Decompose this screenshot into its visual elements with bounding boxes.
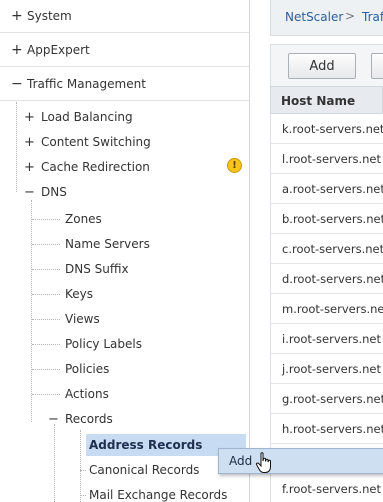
nav-node-traffic-management[interactable]: − Traffic Management — [0, 68, 249, 101]
tree-guide-line — [32, 344, 60, 345]
nav-item-label: Content Switching — [41, 135, 151, 149]
table-row[interactable]: j.root-servers.net — [270, 354, 383, 384]
nav-node-appexpert[interactable]: + AppExpert — [0, 34, 249, 67]
table-cell: l.root-servers.net — [282, 152, 381, 166]
nav-item-policy-labels[interactable]: Policy Labels — [65, 333, 142, 355]
tree-guide-line — [80, 470, 86, 471]
table-row[interactable]: m.root-servers.net — [270, 294, 383, 324]
nav-item-label: DNS — [41, 185, 67, 199]
table-row[interactable]: a.root-servers.net — [270, 174, 383, 204]
warning-icon[interactable]: ! — [227, 158, 242, 173]
tree-guide-line — [32, 244, 60, 245]
table-row[interactable]: i.root-servers.net — [270, 324, 383, 354]
column-header-label: Host Name — [281, 94, 356, 108]
table-cell: j.root-servers.net — [282, 362, 381, 376]
table-cell: g.root-servers.net — [282, 392, 383, 406]
breadcrumb-link[interactable]: NetScaler — [285, 10, 343, 24]
add-button[interactable]: Add — [288, 53, 356, 79]
table-row[interactable]: g.root-servers.net — [270, 384, 383, 414]
table-cell: k.root-servers.net — [282, 122, 383, 136]
table-row[interactable]: l.root-servers.net — [270, 144, 383, 174]
toolbar: Add — [270, 44, 383, 86]
tree-guide-line — [16, 102, 17, 192]
expand-icon[interactable]: + — [11, 9, 23, 23]
table-cell: f.root-servers.net — [282, 482, 381, 496]
nav-item-label: Policy Labels — [65, 337, 142, 351]
tree-guide-line — [32, 394, 60, 395]
expand-icon[interactable]: + — [24, 136, 35, 149]
context-menu-item-add[interactable]: Add — [229, 454, 252, 468]
nav-item-canonical-records[interactable]: Canonical Records — [89, 459, 199, 481]
tree-guide-line — [32, 319, 60, 320]
table-cell: h.root-servers.net — [282, 422, 383, 436]
nav-item-label: Keys — [65, 287, 94, 301]
nav-item-label: Cache Redirection — [41, 160, 150, 174]
nav-item-views[interactable]: Views — [65, 308, 100, 330]
nav-item-name-servers[interactable]: Name Servers — [65, 233, 150, 255]
nav-item-actions[interactable]: Actions — [65, 383, 109, 405]
table-row[interactable]: k.root-servers.net — [270, 114, 383, 144]
expand-icon[interactable]: + — [24, 161, 35, 174]
nav-item-dns-suffix[interactable]: DNS Suffix — [65, 258, 129, 280]
tree-guide-line — [32, 219, 60, 220]
table-row[interactable]: c.root-servers.net — [270, 234, 383, 264]
nav-item-label: Canonical Records — [89, 463, 200, 477]
tree-guide-line — [80, 495, 86, 496]
nav-item-zones[interactable]: Zones — [65, 208, 102, 230]
nav-node-label: Traffic Management — [27, 77, 146, 91]
nav-node-label: System — [27, 9, 72, 23]
context-menu: Add — [218, 448, 383, 474]
table-row[interactable]: b.root-servers.net — [270, 204, 383, 234]
warning-glyph: ! — [232, 160, 237, 171]
nav-item-dns[interactable]: − DNS — [24, 181, 67, 203]
table-cell: b.root-servers.net — [282, 212, 383, 226]
toolbar-button[interactable] — [371, 53, 383, 79]
nav-item-label: Actions — [65, 387, 109, 401]
nav-item-label: DNS Suffix — [65, 262, 129, 276]
nav-item-load-balancing[interactable]: + Load Balancing — [24, 106, 133, 128]
collapse-icon[interactable]: − — [24, 186, 35, 199]
tree-guide-line — [32, 294, 60, 295]
nav-item-cache-redirection[interactable]: + Cache Redirection — [24, 156, 150, 178]
collapse-icon[interactable]: − — [11, 77, 23, 91]
hand-cursor-icon — [255, 452, 271, 473]
nav-item-records[interactable]: − Records — [48, 408, 113, 430]
nav-item-mail-exchange-records[interactable]: Mail Exchange Records — [89, 484, 227, 502]
breadcrumb-separator: > — [345, 9, 356, 23]
expand-icon[interactable]: + — [11, 43, 23, 57]
tree-guide-line — [32, 369, 60, 370]
nav-item-label: Address Records — [89, 438, 203, 452]
nav-item-label: Policies — [65, 362, 110, 376]
nav-node-label: AppExpert — [27, 43, 90, 57]
breadcrumb: NetScaler > Traf — [270, 0, 383, 36]
table-row[interactable]: f.root-servers.net — [270, 474, 383, 502]
tree-guide-line — [32, 269, 60, 270]
table-cell: c.root-servers.net — [282, 242, 383, 256]
tree-guide-line — [80, 430, 81, 502]
table-row[interactable]: d.root-servers.net — [270, 264, 383, 294]
nav-item-label: Mail Exchange Records — [89, 488, 228, 502]
breadcrumb-link[interactable]: Traf — [362, 10, 383, 24]
table-cell: i.root-servers.net — [282, 332, 381, 346]
nav-item-label: Views — [65, 312, 100, 326]
tree-guide-line — [54, 424, 55, 502]
nav-node-system[interactable]: + System — [0, 0, 249, 33]
expand-icon[interactable]: + — [24, 111, 35, 124]
nav-item-label: Records — [65, 412, 113, 426]
collapse-icon[interactable]: − — [48, 413, 59, 426]
nav-item-keys[interactable]: Keys — [65, 283, 93, 305]
table-cell: a.root-servers.net — [282, 182, 383, 196]
navigation-tree: + System + AppExpert − Traffic Managemen… — [0, 0, 250, 502]
nav-item-label: Name Servers — [65, 237, 150, 251]
nav-item-label: Zones — [65, 212, 102, 226]
table-row[interactable]: h.root-servers.net — [270, 414, 383, 444]
nav-item-content-switching[interactable]: + Content Switching — [24, 131, 151, 153]
nav-item-label: Load Balancing — [41, 110, 133, 124]
table-cell: m.root-servers.net — [282, 302, 383, 316]
nav-item-policies[interactable]: Policies — [65, 358, 109, 380]
table-cell: d.root-servers.net — [282, 272, 383, 286]
column-header-host-name[interactable]: Host Name — [270, 86, 383, 114]
tree-guide-line — [31, 200, 32, 422]
